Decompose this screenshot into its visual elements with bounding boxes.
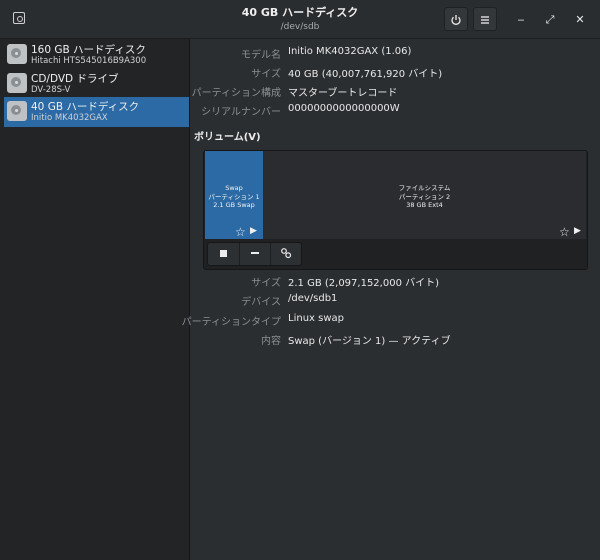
partitioning-value: マスターブートレコード xyxy=(288,88,398,99)
partition-2-line3: 38 GB Ext4 xyxy=(406,201,443,209)
close-icon: ✕ xyxy=(575,13,585,26)
maximize-icon: ⤢ xyxy=(545,13,555,26)
drive-model-label: モデル名 xyxy=(241,50,281,61)
partition-2-text: ファイルシステム パーティション 2 38 GB Ext4 xyxy=(263,184,586,210)
partition-contents-row: 内容 Swap (バージョン 1) — アクティブ xyxy=(0,332,600,348)
header-bar: 40 GB ハードディスク /dev/sdb ‒ ⤢ ✕ xyxy=(0,0,600,39)
volume-map: Swap パーティション 1 2.1 GB Swap ☆ ▶ ファイルシステム … xyxy=(204,151,587,239)
partition-2-block[interactable]: ファイルシステム パーティション 2 38 GB Ext4 ☆ ▶ xyxy=(263,151,586,239)
partition-settings-button[interactable] xyxy=(270,243,301,265)
window-title: 40 GB ハードディスク xyxy=(241,6,359,19)
menu-icon xyxy=(481,15,489,24)
device-value: /dev/sdb1 xyxy=(288,293,338,304)
serial-label: シリアルナンバー xyxy=(201,107,281,118)
contents-value: Swap (バージョン 1) — アクティブ xyxy=(288,336,451,347)
partition-size-value: 2.1 GB (2,097,152,000 バイト) xyxy=(288,278,440,289)
close-button[interactable]: ✕ xyxy=(571,11,589,29)
partition-1-text: Swap パーティション 1 2.1 GB Swap xyxy=(205,184,263,210)
maximize-button[interactable]: ⤢ xyxy=(541,11,559,29)
play-icon: ▶ xyxy=(250,225,257,236)
partition-2-line2: パーティション 2 xyxy=(398,192,451,201)
minimize-icon: ‒ xyxy=(517,13,525,26)
drive-model-value: Initio MK4032GAX (1.06) xyxy=(288,46,412,57)
star-icon: ☆ xyxy=(559,224,570,239)
partition-1-line2: パーティション 1 xyxy=(208,192,260,201)
device-label: デバイス xyxy=(241,297,281,308)
partition-1-line3: 2.1 GB Swap xyxy=(213,201,255,209)
minimize-button[interactable]: ‒ xyxy=(512,11,530,29)
title-block: 40 GB ハードディスク /dev/sdb xyxy=(200,6,400,33)
stop-icon xyxy=(220,249,227,257)
partition-type-value: Linux swap xyxy=(288,313,344,324)
drive-model-row: モデル名 Initio MK4032GAX (1.06) xyxy=(0,46,600,62)
contents-label: 内容 xyxy=(261,336,281,347)
minus-icon xyxy=(251,252,259,254)
play-icon: ▶ xyxy=(574,225,581,236)
window-subtitle: /dev/sdb xyxy=(280,22,320,32)
drive-size-value: 40 GB (40,007,761,920 バイト) xyxy=(288,69,443,80)
partition-device-row: デバイス /dev/sdb1 xyxy=(0,293,600,309)
volume-map-panel: Swap パーティション 1 2.1 GB Swap ☆ ▶ ファイルシステム … xyxy=(203,150,588,270)
drive-serial-row: シリアルナンバー 0000000000000000W xyxy=(0,103,600,119)
disk-app-icon xyxy=(13,12,25,24)
power-button[interactable] xyxy=(444,7,468,31)
partitioning-label: パーティション構成 xyxy=(191,88,281,99)
partition-2-line1: ファイルシステム xyxy=(398,184,451,192)
drive-size-row: サイズ 40 GB (40,007,761,920 バイト) xyxy=(0,65,600,81)
partition-size-label: サイズ xyxy=(251,278,281,289)
volumes-heading: ボリューム(V) xyxy=(194,132,261,143)
gears-icon xyxy=(281,248,292,259)
volume-toolbar xyxy=(207,242,302,266)
partition-1-line1: Swap xyxy=(225,184,243,192)
drive-partitioning-row: パーティション構成 マスターブートレコード xyxy=(0,84,600,100)
stop-button[interactable] xyxy=(208,243,239,265)
delete-partition-button[interactable] xyxy=(239,243,270,265)
partition-1-block[interactable]: Swap パーティション 1 2.1 GB Swap ☆ ▶ xyxy=(205,151,263,239)
partition-type-row: パーティションタイプ Linux swap xyxy=(0,313,600,329)
power-icon xyxy=(451,14,461,25)
star-icon: ☆ xyxy=(235,224,246,239)
drive-size-label: サイズ xyxy=(251,69,281,80)
menu-button[interactable] xyxy=(473,7,497,31)
partition-size-row: サイズ 2.1 GB (2,097,152,000 バイト) xyxy=(0,274,600,290)
partition-type-label: パーティションタイプ xyxy=(181,317,281,328)
serial-value: 0000000000000000W xyxy=(288,103,400,114)
